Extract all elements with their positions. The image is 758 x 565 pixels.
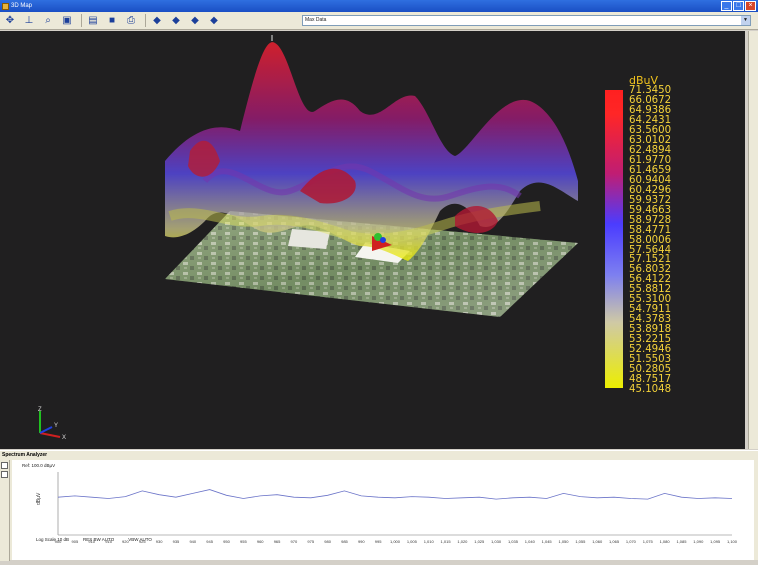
spectrum-xtick-label: 1,030 bbox=[491, 539, 502, 544]
settings-icon[interactable] bbox=[1, 471, 8, 478]
spectrum-xtick-label: 1,045 bbox=[542, 539, 553, 544]
reference-level: Ref: 100.0 dBµV bbox=[22, 463, 56, 468]
spectrum-panel: Spectrum Analyzer dBµV 900 905 910 915 920 92… bbox=[0, 450, 758, 561]
view-top-icon[interactable]: ◆ bbox=[168, 13, 184, 28]
spectrum-xtick-label: 1,095 bbox=[710, 539, 721, 544]
view-iso-icon[interactable]: ◆ bbox=[187, 13, 203, 28]
color-scale-bar bbox=[605, 90, 623, 388]
x-axis-label: X bbox=[62, 435, 66, 441]
view-front-icon[interactable]: ◆ bbox=[149, 13, 165, 28]
spectrum-xtick-label: 1,005 bbox=[407, 539, 418, 544]
spectrum-xtick-label: 1,025 bbox=[474, 539, 485, 544]
spectrum-xtick-label: 1,075 bbox=[643, 539, 654, 544]
zoom-icon[interactable]: ⌕ bbox=[40, 13, 56, 28]
spectrum-xtick-label: 1,085 bbox=[676, 539, 687, 544]
spectrum-plot-area[interactable]: dBµV 900 905 910 915 920 925 930 935 940 945 950 95… bbox=[12, 460, 754, 560]
spectrum-xtick-label: 1,020 bbox=[457, 539, 468, 544]
spectrum-xtick-label: 1,080 bbox=[660, 539, 671, 544]
spectrum-xtick-label: 955 bbox=[240, 539, 247, 544]
print-icon[interactable]: ⎙ bbox=[123, 13, 139, 28]
axis-triad: Z Y X bbox=[30, 403, 70, 443]
status-rbw: RES BW AUTO bbox=[83, 537, 115, 542]
spectrum-xtick-label: 945 bbox=[206, 539, 213, 544]
status-vbw: VBW AUTO bbox=[128, 537, 152, 542]
spectrum-xtick-label: 1,055 bbox=[575, 539, 586, 544]
spectrum-xtick-label: 1,040 bbox=[525, 539, 536, 544]
spectrum-xtick-label: 1,100 bbox=[727, 539, 738, 544]
spectrum-xtick-label: 980 bbox=[324, 539, 331, 544]
spectrum-title: Spectrum Analyzer bbox=[2, 452, 48, 458]
spectrum-xtick-label: 1,000 bbox=[390, 539, 401, 544]
spectrum-xtick-label: 1,010 bbox=[424, 539, 435, 544]
spectrum-xtick-label: 995 bbox=[375, 539, 382, 544]
dropdown-value: Max Data bbox=[305, 17, 327, 23]
color-scale-labels: 71.3450 66.0672 64.9386 64.2431 63.5600 63.01… bbox=[629, 85, 719, 396]
y-axis-label: Y bbox=[54, 423, 58, 429]
status-scale: Log Scale 10 dB bbox=[36, 537, 70, 542]
data-select-dropdown[interactable]: Max Data ▼ bbox=[302, 15, 751, 26]
spectrum-ylabel: dBµV bbox=[36, 492, 42, 505]
spectrum-xtick-label: 965 bbox=[274, 539, 281, 544]
spectrum-side-toolbar bbox=[0, 460, 10, 561]
maximize-button[interactable]: □ bbox=[733, 1, 744, 11]
spectrum-xtick-label: 930 bbox=[156, 539, 163, 544]
spectrum-xtick-label: 1,015 bbox=[441, 539, 452, 544]
chevron-down-icon[interactable]: ▼ bbox=[741, 16, 750, 25]
legend-value: 45.1048 bbox=[629, 384, 672, 396]
spectrum-xtick-label: 1,050 bbox=[558, 539, 569, 544]
move-icon[interactable]: ✥ bbox=[2, 13, 18, 28]
spectrum-xtick-label: 1,035 bbox=[508, 539, 519, 544]
spectrum-xtick-label: 1,070 bbox=[626, 539, 637, 544]
spectrum-status-bar: Log Scale 10 dB RES BW AUTO VBW AUTO bbox=[36, 537, 152, 542]
axis-icon[interactable]: ⊥ bbox=[21, 13, 37, 28]
spectrum-xticks: 900 905 910 915 920 925 930 935 940 945 950 955 960 9… bbox=[55, 539, 738, 544]
close-button[interactable]: × bbox=[745, 1, 756, 11]
minimize-button[interactable]: _ bbox=[721, 1, 732, 11]
toolbar-separator bbox=[81, 14, 82, 27]
spectrum-xtick-label: 935 bbox=[173, 539, 180, 544]
view-side-icon[interactable]: ◆ bbox=[206, 13, 222, 28]
spectrum-xtick-label: 970 bbox=[291, 539, 298, 544]
spectrum-trace bbox=[57, 489, 733, 500]
window-controls: _ □ × bbox=[721, 1, 756, 11]
toolbar-separator bbox=[145, 14, 146, 27]
spectrum-xtick-label: 1,065 bbox=[609, 539, 620, 544]
app-icon bbox=[2, 2, 9, 10]
save-icon[interactable]: ■ bbox=[104, 13, 120, 28]
spectrum-xtick-label: 950 bbox=[223, 539, 230, 544]
spectrum-xtick-label: 990 bbox=[358, 539, 365, 544]
window-title: 3D Map bbox=[11, 3, 33, 9]
spectrum-xtick-label: 940 bbox=[189, 539, 196, 544]
title-bar: 3D Map _ □ × bbox=[0, 0, 758, 12]
spectrum-xtick-label: 1,060 bbox=[592, 539, 603, 544]
spectrum-xtick-label: 975 bbox=[307, 539, 314, 544]
spectrum-xtick-label: 985 bbox=[341, 539, 348, 544]
marker-icon[interactable] bbox=[1, 462, 8, 469]
vertical-scrollbar[interactable] bbox=[748, 31, 758, 449]
fit-icon[interactable]: ▣ bbox=[59, 13, 75, 28]
legend-value: 58.0006 bbox=[629, 234, 672, 246]
spectrum-xtick-label: 960 bbox=[257, 539, 264, 544]
z-axis-label: Z bbox=[38, 407, 42, 413]
export-icon[interactable]: ▤ bbox=[85, 13, 101, 28]
spectrum-xtick-label: 1,090 bbox=[693, 539, 704, 544]
spectrum-chart: dBµV 900 905 910 915 920 925 930 935 940 945 950 95… bbox=[36, 472, 738, 544]
